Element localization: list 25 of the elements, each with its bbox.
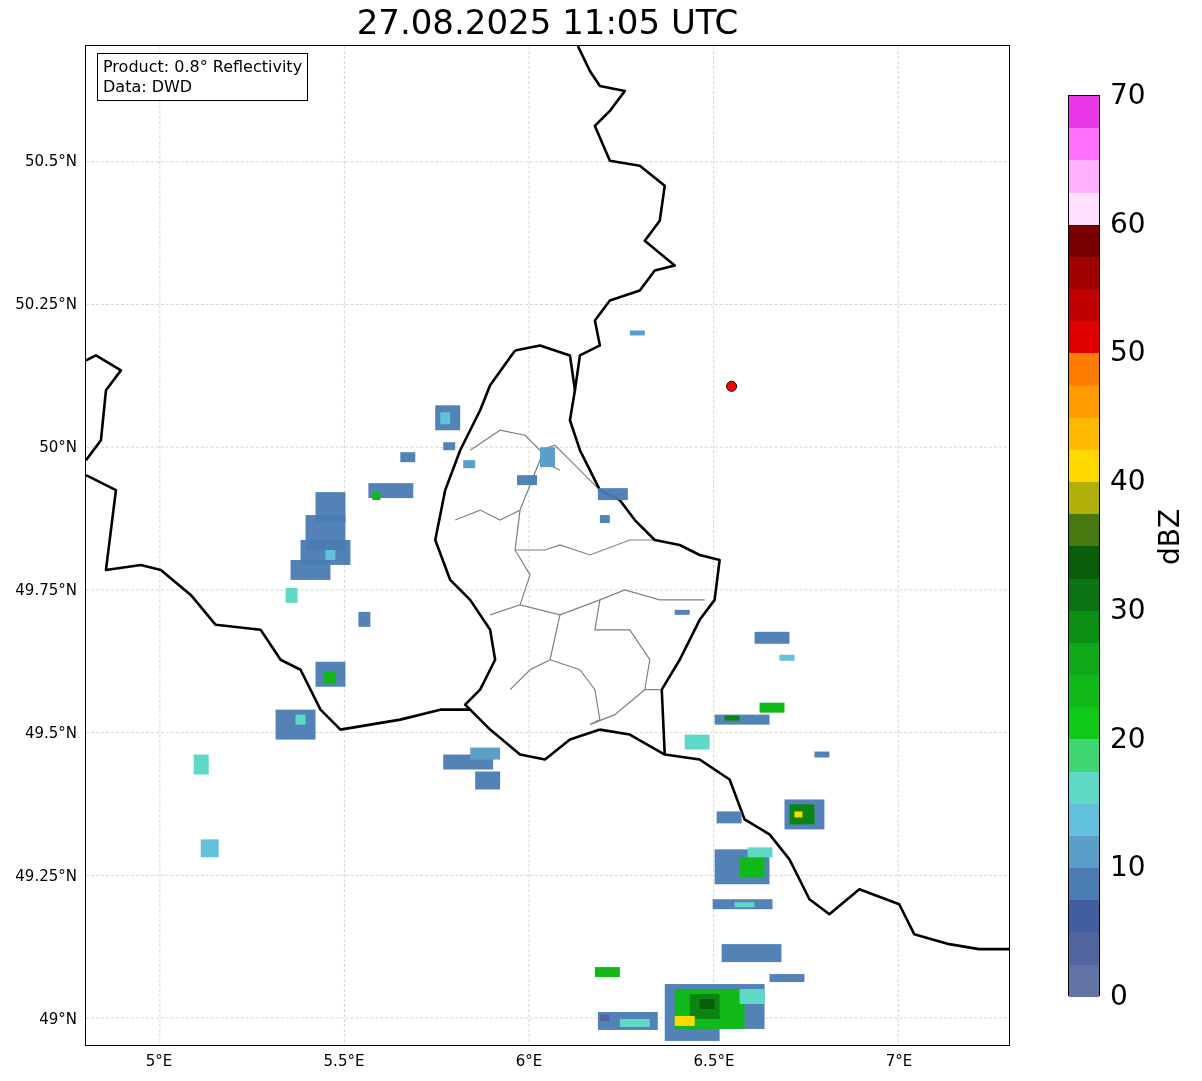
latitude-label: 50.5°N bbox=[24, 152, 77, 170]
latitude-label: 49.25°N bbox=[15, 867, 77, 885]
colorbar-tick-label: 60 bbox=[1110, 207, 1146, 240]
longitude-label: 7°E bbox=[885, 1052, 913, 1070]
colorbar-tick-label: 30 bbox=[1110, 593, 1146, 626]
latitude-label: 49°N bbox=[39, 1010, 77, 1028]
info-text: Product: 0.8° Reflectivity bbox=[103, 57, 303, 77]
latitude-label: 50.25°N bbox=[15, 295, 77, 313]
colorbar-tick-label: 50 bbox=[1110, 336, 1146, 369]
colorbar-tick-label: 0 bbox=[1110, 980, 1128, 1012]
latitude-label: 49.75°N bbox=[15, 581, 77, 599]
chart-title: 27.08.2025 11:05 UTC bbox=[356, 1, 739, 44]
longitude-label: 5.5°E bbox=[323, 1052, 365, 1070]
longitude-label: 6.5°E bbox=[693, 1052, 735, 1070]
colorbar-tick-label: 20 bbox=[1110, 722, 1146, 755]
info-text: Data: DWD bbox=[103, 77, 194, 97]
radar-station-marker bbox=[726, 380, 738, 392]
colorbar-tick-label: 10 bbox=[1110, 851, 1146, 884]
colorbar-axis-label: dBZ bbox=[1154, 508, 1186, 565]
longitude-label: 6°E bbox=[515, 1052, 543, 1070]
latitude-label: 50°N bbox=[39, 438, 77, 456]
longitude-label: 5°E bbox=[145, 1052, 173, 1070]
colorbar-tick-label: 70 bbox=[1110, 79, 1146, 111]
latitude-label: 49.5°N bbox=[24, 724, 77, 742]
colorbar-tick-label: 40 bbox=[1110, 465, 1146, 498]
